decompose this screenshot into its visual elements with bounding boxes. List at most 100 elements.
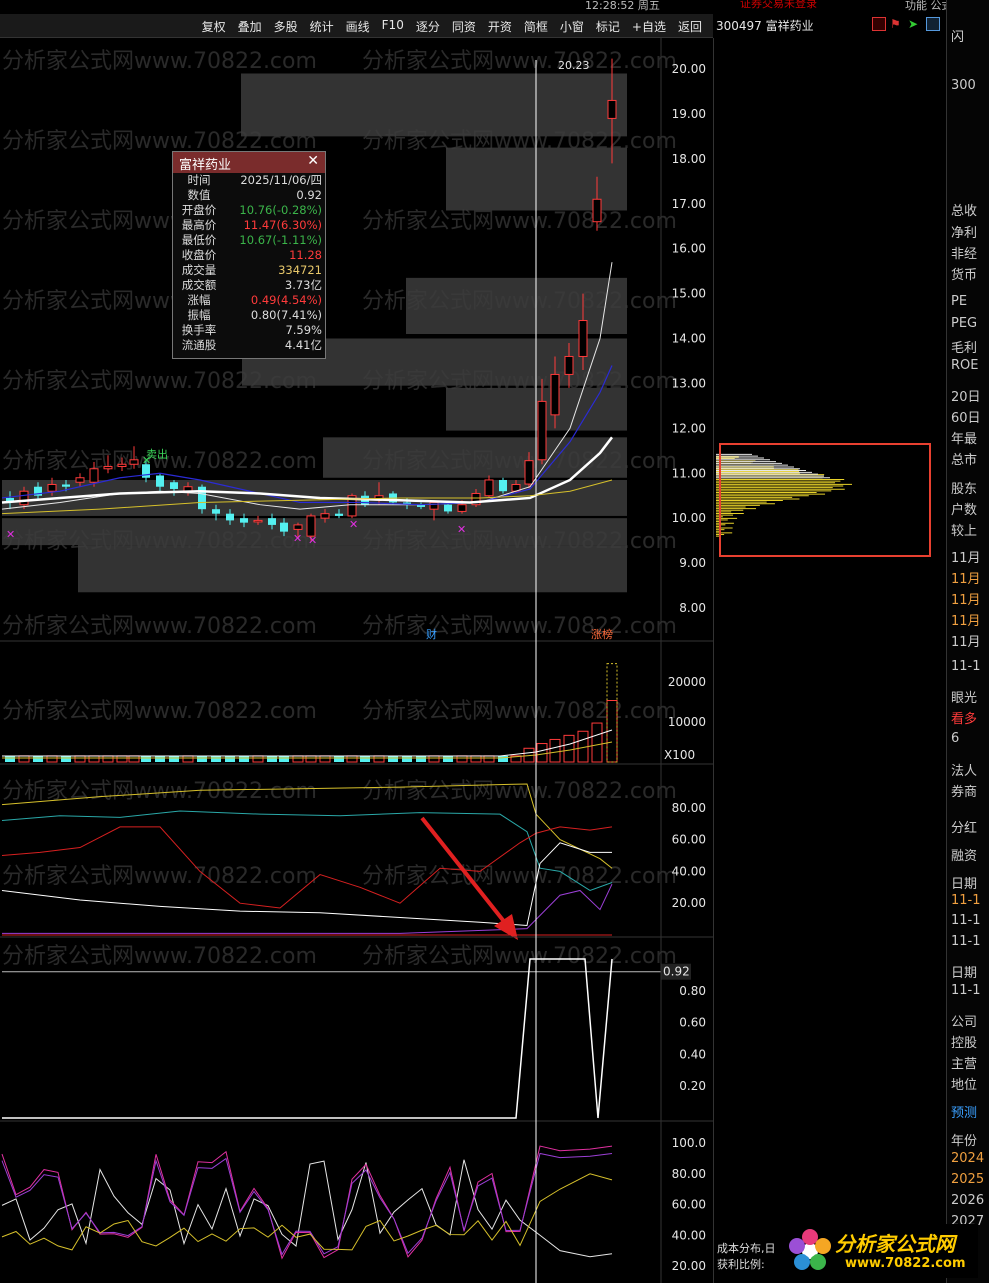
volume-bar-down — [33, 755, 43, 762]
info-label: 预测 — [951, 1106, 978, 1121]
candle-body-down — [226, 513, 234, 521]
flag-icon[interactable]: ⚑ — [890, 17, 904, 31]
ind3-tick: 100.0 — [672, 1136, 706, 1150]
candle-body-up — [103, 466, 113, 470]
price-tick: 16.00 — [672, 242, 706, 256]
watermark-text: 分析家公式网www.70822.com — [2, 614, 317, 639]
toolbar-button-10[interactable]: 小窗 — [555, 17, 589, 36]
chart-area[interactable]: 分析家公式网www.70822.com 分析家公式网www.70822.com 分析… — [0, 38, 713, 1283]
candle-body-down — [240, 518, 248, 523]
volume-bar-down — [141, 755, 151, 762]
volume-bar-down — [239, 755, 249, 762]
toolbar-button-6[interactable]: 逐分 — [411, 17, 445, 36]
volume-bar-up — [319, 755, 331, 763]
candle-body-down — [156, 475, 164, 487]
volume-bar-up — [116, 755, 128, 763]
info-label: 2024 — [951, 1151, 985, 1166]
toolbar-button-9[interactable]: 简框 — [519, 17, 553, 36]
price-tick: 8.00 — [679, 601, 706, 615]
close-icon[interactable]: ✕ — [307, 153, 319, 169]
support-zone — [323, 437, 627, 478]
signal-x-icon: ✕ — [293, 532, 302, 545]
candle-body-up — [253, 519, 263, 523]
candle-body-down — [62, 484, 70, 487]
watermark-text: 分析家公式网www.70822.com — [362, 614, 677, 639]
info-label: 11-1 — [951, 983, 981, 998]
report-icon[interactable] — [872, 17, 886, 31]
info-label: 11月 — [951, 593, 981, 608]
toolbar-button-1[interactable]: 叠加 — [233, 17, 267, 36]
info-label: 2026 — [951, 1193, 985, 1208]
toolbar-button-4[interactable]: 画线 — [341, 17, 375, 36]
finance-marker: 财 — [426, 627, 437, 641]
info-column: 闪 300 总收 净利 非经 货币 PE PEG 毛利 ROE 20日 60日 年最 总市 股东 户数 较上 11… — [946, 0, 989, 1283]
tooltip-value: 10.76(-0.28%) — [239, 203, 322, 217]
ind3-tick: 80.00 — [672, 1167, 706, 1181]
volume-bar-up — [428, 755, 440, 763]
ind1-tick: 80.00 — [672, 801, 706, 815]
grid-icon[interactable] — [926, 17, 940, 31]
ind3-tick: 20.00 — [672, 1259, 706, 1273]
volume-bar-up — [252, 755, 264, 763]
candle-body-up — [117, 463, 127, 468]
toolbar-button-12[interactable]: +自选 — [627, 17, 671, 36]
candle-body-up — [457, 504, 467, 512]
info-label: 控股 — [951, 1036, 978, 1051]
volume-bar-down — [5, 755, 15, 762]
watermark-text: 分析家公式网www.70822.com — [362, 699, 677, 724]
toolbar-button-5[interactable]: F10 — [377, 17, 409, 36]
tooltip-value: 4.41亿 — [284, 338, 322, 352]
info-label: 年最 — [951, 432, 978, 447]
volume-bar-down — [197, 755, 207, 762]
volume-bar-down — [61, 755, 71, 762]
tooltip-key: 开盘价 — [181, 203, 217, 217]
watermark-text: 分析家公式网www.70822.com — [362, 49, 677, 74]
signal-x-icon: ✕ — [308, 534, 317, 547]
volume-bar-up — [292, 755, 304, 763]
clock-text: 12:28:52 周五 — [585, 0, 660, 12]
toolbar-button-3[interactable]: 统计 — [305, 17, 339, 36]
stock-title: 300497 富祥药业 — [716, 19, 814, 33]
toolbar-button-13[interactable]: 返回 — [673, 17, 707, 36]
volume-bar-up — [305, 755, 317, 763]
flower-logo-icon — [789, 1229, 831, 1270]
candle-body-up — [320, 513, 330, 519]
info-label: 地位 — [951, 1078, 978, 1093]
candle-body-up — [484, 479, 494, 497]
ind3-tick: 40.00 — [672, 1228, 706, 1242]
annotation-arrow-head — [494, 914, 518, 940]
volume-bar-down — [402, 755, 412, 762]
tooltip-key: 数值 — [187, 188, 211, 202]
tooltip-key: 成交量 — [181, 263, 217, 277]
toolbar-button-8[interactable]: 开资 — [483, 17, 517, 36]
signal-x-icon: ✕ — [457, 523, 466, 536]
candle-body-down — [499, 479, 507, 492]
volume-tick: 10000 — [668, 715, 706, 729]
info-label: 非经 — [951, 247, 978, 262]
value-badge-text: 0.92 — [663, 965, 690, 979]
toolbar-button-2[interactable]: 多股 — [269, 17, 303, 36]
support-zone — [241, 73, 627, 137]
tooltip-value: 10.67(-1.11%) — [239, 233, 322, 247]
volume-bar-down — [155, 755, 165, 762]
arrow-icon[interactable]: ➤ — [908, 17, 922, 31]
volume-bar-down — [388, 755, 398, 762]
volume-bar-down — [169, 755, 179, 762]
chart-toolbar: 复权 叠加 多股 统计 画线 F10 逐分 同资 开资 简框 小窗 标记 +自选 返回 — [0, 14, 713, 38]
candle-body-up — [524, 460, 534, 485]
tooltip-key: 最低价 — [181, 233, 217, 247]
chip-distribution-panel — [713, 38, 946, 1283]
toolbar-button-11[interactable]: 标记 — [591, 17, 625, 36]
toolbar-button-7[interactable]: 同资 — [447, 17, 481, 36]
quote-tooltip: 富祥药业 ✕ 时间 2025/11/06/四 数值 0.92 开盘价 10.76(-0.28… — [172, 151, 326, 359]
info-label: 法人 — [951, 764, 978, 779]
tooltip-key: 流通股 — [181, 338, 217, 352]
tooltip-value: 334721 — [278, 263, 322, 277]
volume-bar-up — [102, 755, 114, 763]
volume-bar-down — [225, 755, 235, 762]
toolbar-button-0[interactable]: 复权 — [197, 17, 231, 36]
volume-bar-up — [456, 755, 468, 763]
info-label: 日期 — [951, 877, 978, 892]
watermark-text: 分析家公式网www.70822.com — [362, 779, 677, 804]
info-label: 11-1 — [951, 893, 981, 908]
